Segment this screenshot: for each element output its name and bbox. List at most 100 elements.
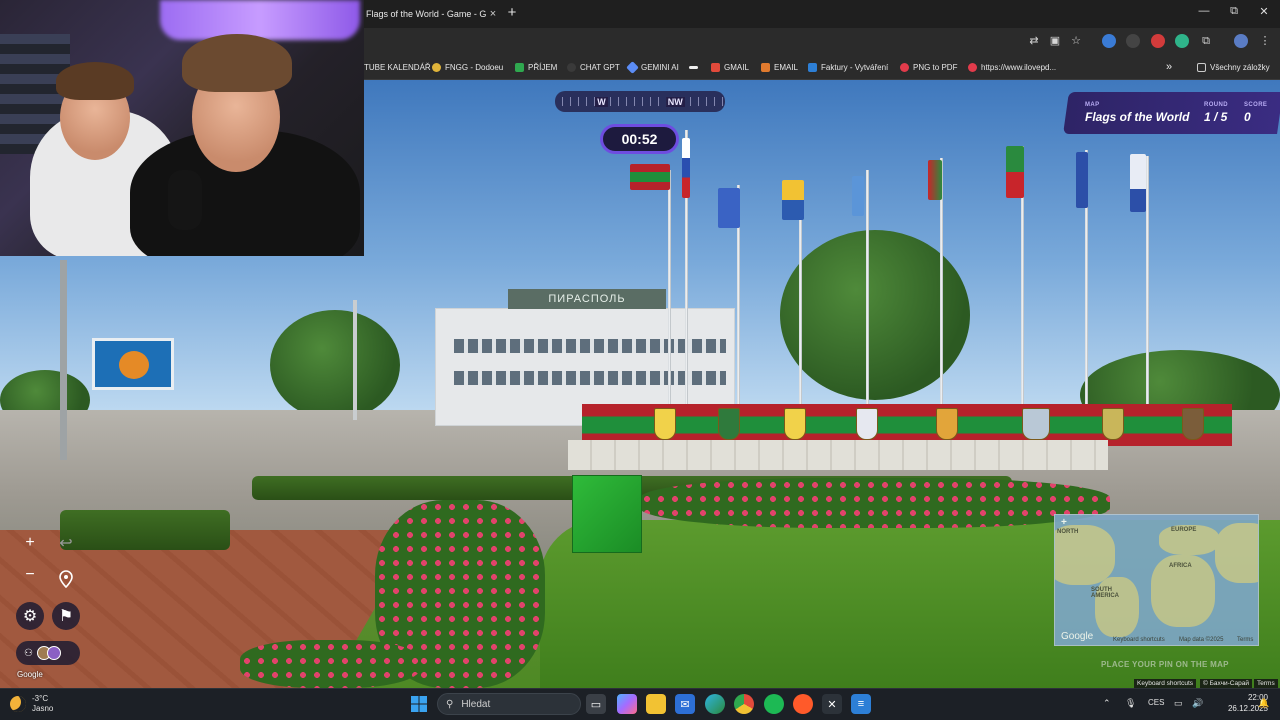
bookmark-item[interactable]: EMAIL <box>761 60 798 74</box>
tab-close-icon[interactable]: × <box>486 8 500 20</box>
minimap-keyboard-shortcuts[interactable]: Keyboard shortcuts <box>1113 637 1165 643</box>
minimap-terms[interactable]: Terms <box>1237 637 1253 643</box>
task-view-icon[interactable]: ▭ <box>586 694 606 714</box>
bookmark-item[interactable]: https://www.ilovepd... <box>968 60 1056 74</box>
bookmark-label: Faktury - Vytváření <box>821 62 889 72</box>
copilot-icon[interactable] <box>617 694 637 714</box>
undo-button[interactable]: ↩ <box>52 529 80 557</box>
microphone-tray-icon[interactable]: 🎙 <box>1125 698 1136 709</box>
notepad-icon[interactable]: ≡ <box>851 694 871 714</box>
new-tab-button[interactable]: + <box>504 4 520 21</box>
player-avatar <box>46 646 61 660</box>
terminal-icon[interactable]: ✕ <box>822 694 842 714</box>
bookmark-label: EMAIL <box>774 62 799 72</box>
all-bookmarks-button[interactable]: Všechny záložky <box>1197 60 1270 74</box>
language-indicator[interactable]: CES <box>1148 698 1164 707</box>
menu-kebab-icon[interactable]: ⋮ <box>1258 34 1272 48</box>
show-hidden-icons-chevron-up-icon[interactable]: ⌃ <box>1103 698 1111 709</box>
volume-icon[interactable]: 🔊 <box>1192 698 1203 709</box>
coat-of-arms <box>1182 408 1204 440</box>
edge-browser-icon[interactable] <box>705 694 725 714</box>
map-label-europe: EUROPE <box>1171 527 1197 533</box>
hedge <box>60 510 230 550</box>
zoom-in-button[interactable]: + <box>16 529 44 557</box>
tab-title: Flags of the World - Game - Ge <box>366 9 486 19</box>
bookmark-label: GEMINI AI <box>641 62 679 72</box>
translate-icon[interactable]: ⇄ <box>1027 34 1041 48</box>
extension-icon[interactable] <box>1126 34 1140 48</box>
bookmark-item[interactable]: PŘÍJEM <box>515 60 557 74</box>
bookmark-favicon-icon <box>567 62 576 72</box>
bookmark-item[interactable] <box>689 60 702 74</box>
report-flag-icon[interactable]: ⚑ <box>52 602 80 630</box>
close-window-button[interactable]: ✕ <box>1254 5 1274 18</box>
keyboard-shortcuts-link[interactable]: Keyboard shortcuts <box>1134 679 1197 688</box>
lamp-post <box>353 300 357 420</box>
flag <box>1006 146 1024 198</box>
compass-west: W <box>595 96 608 107</box>
flag <box>1076 152 1088 208</box>
map-label-africa: AFRICA <box>1169 563 1192 569</box>
streaming-app-icon[interactable] <box>793 694 813 714</box>
flagpole <box>866 170 869 405</box>
round-value: 1 / 5 <box>1204 110 1228 124</box>
minimize-button[interactable]: — <box>1194 5 1214 17</box>
copyright-text: © Бахчи-Сарай <box>1200 679 1253 688</box>
bookmark-favicon-icon <box>626 60 639 74</box>
bookmark-favicon-icon <box>808 62 817 72</box>
spotify-icon[interactable] <box>764 694 784 714</box>
coat-of-arms <box>718 408 740 440</box>
extensions-puzzle-icon[interactable]: ⧉ <box>1199 34 1213 48</box>
utility-pole <box>60 260 67 460</box>
bookmark-favicon-icon <box>689 65 698 69</box>
maximize-button[interactable]: ⧉ <box>1224 5 1244 18</box>
guess-minimap[interactable]: EUROPE AFRICA SOUTH AMERICA NORTH + Goog… <box>1054 514 1259 646</box>
extension-icon[interactable] <box>1175 34 1189 48</box>
chrome-browser-icon[interactable] <box>734 694 754 714</box>
moon-weather-icon <box>10 696 26 712</box>
bookmark-item[interactable]: CHAT GPT <box>567 60 620 74</box>
bookmarks-overflow-button[interactable]: » <box>1166 60 1172 74</box>
terms-link[interactable]: Terms <box>1254 679 1278 688</box>
flag <box>852 176 864 216</box>
weather-widget[interactable]: -3°C Jasno <box>10 694 53 714</box>
zoom-out-button[interactable]: − <box>16 561 44 589</box>
windows-taskbar <box>0 688 1280 720</box>
flag <box>630 164 670 190</box>
flag <box>682 138 690 198</box>
map-name: Flags of the World <box>1085 110 1190 124</box>
bookmark-item[interactable]: FNGG - Dodoeu <box>432 60 503 74</box>
coat-of-arms <box>784 408 806 440</box>
coat-of-arms <box>936 408 958 440</box>
bookmark-item[interactable]: TUBE KALENDÁŘ <box>364 60 431 74</box>
extension-icon[interactable] <box>1151 34 1165 48</box>
profile-avatar-icon[interactable] <box>1234 34 1248 48</box>
bookmark-favicon-icon <box>711 62 720 72</box>
streamer-right-hair <box>182 34 292 92</box>
bookmark-item[interactable]: GEMINI AI <box>626 60 679 74</box>
file-explorer-icon[interactable] <box>646 694 666 714</box>
bookmark-favicon-icon <box>968 62 977 72</box>
streamer-left-hair <box>56 62 134 100</box>
webcam-overlay <box>0 0 364 256</box>
return-to-start-icon[interactable] <box>52 565 80 593</box>
bookmark-star-icon[interactable]: ☆ <box>1069 34 1083 48</box>
minimap-expand-button[interactable]: + <box>1061 517 1067 528</box>
install-app-icon[interactable]: ▣ <box>1048 34 1062 48</box>
bookmark-item[interactable]: PNG to PDF <box>900 60 957 74</box>
notification-bell-icon[interactable]: 🔔 <box>1258 698 1269 709</box>
windows-start-icon[interactable] <box>409 694 429 714</box>
outlook-icon[interactable]: ✉ <box>675 694 695 714</box>
bookmark-item[interactable]: GMAIL <box>711 60 749 74</box>
browser-tab-active[interactable]: Flags of the World - Game - Ge × <box>364 0 500 28</box>
network-icon[interactable]: ▭ <box>1174 698 1183 709</box>
bookmark-favicon-icon <box>515 62 524 72</box>
taskbar-search-box[interactable]: ⚲ Hledat <box>437 693 581 715</box>
green-bin <box>572 475 642 553</box>
search-icon: ⚲ <box>446 698 454 710</box>
bookmark-label: TUBE KALENDÁŘ <box>364 62 431 72</box>
extension-icon[interactable] <box>1102 34 1116 48</box>
players-indicator[interactable]: ⚇ <box>16 641 80 665</box>
settings-gear-icon[interactable]: ⚙ <box>16 602 44 630</box>
bookmark-item[interactable]: Faktury - Vytváření <box>808 60 888 74</box>
